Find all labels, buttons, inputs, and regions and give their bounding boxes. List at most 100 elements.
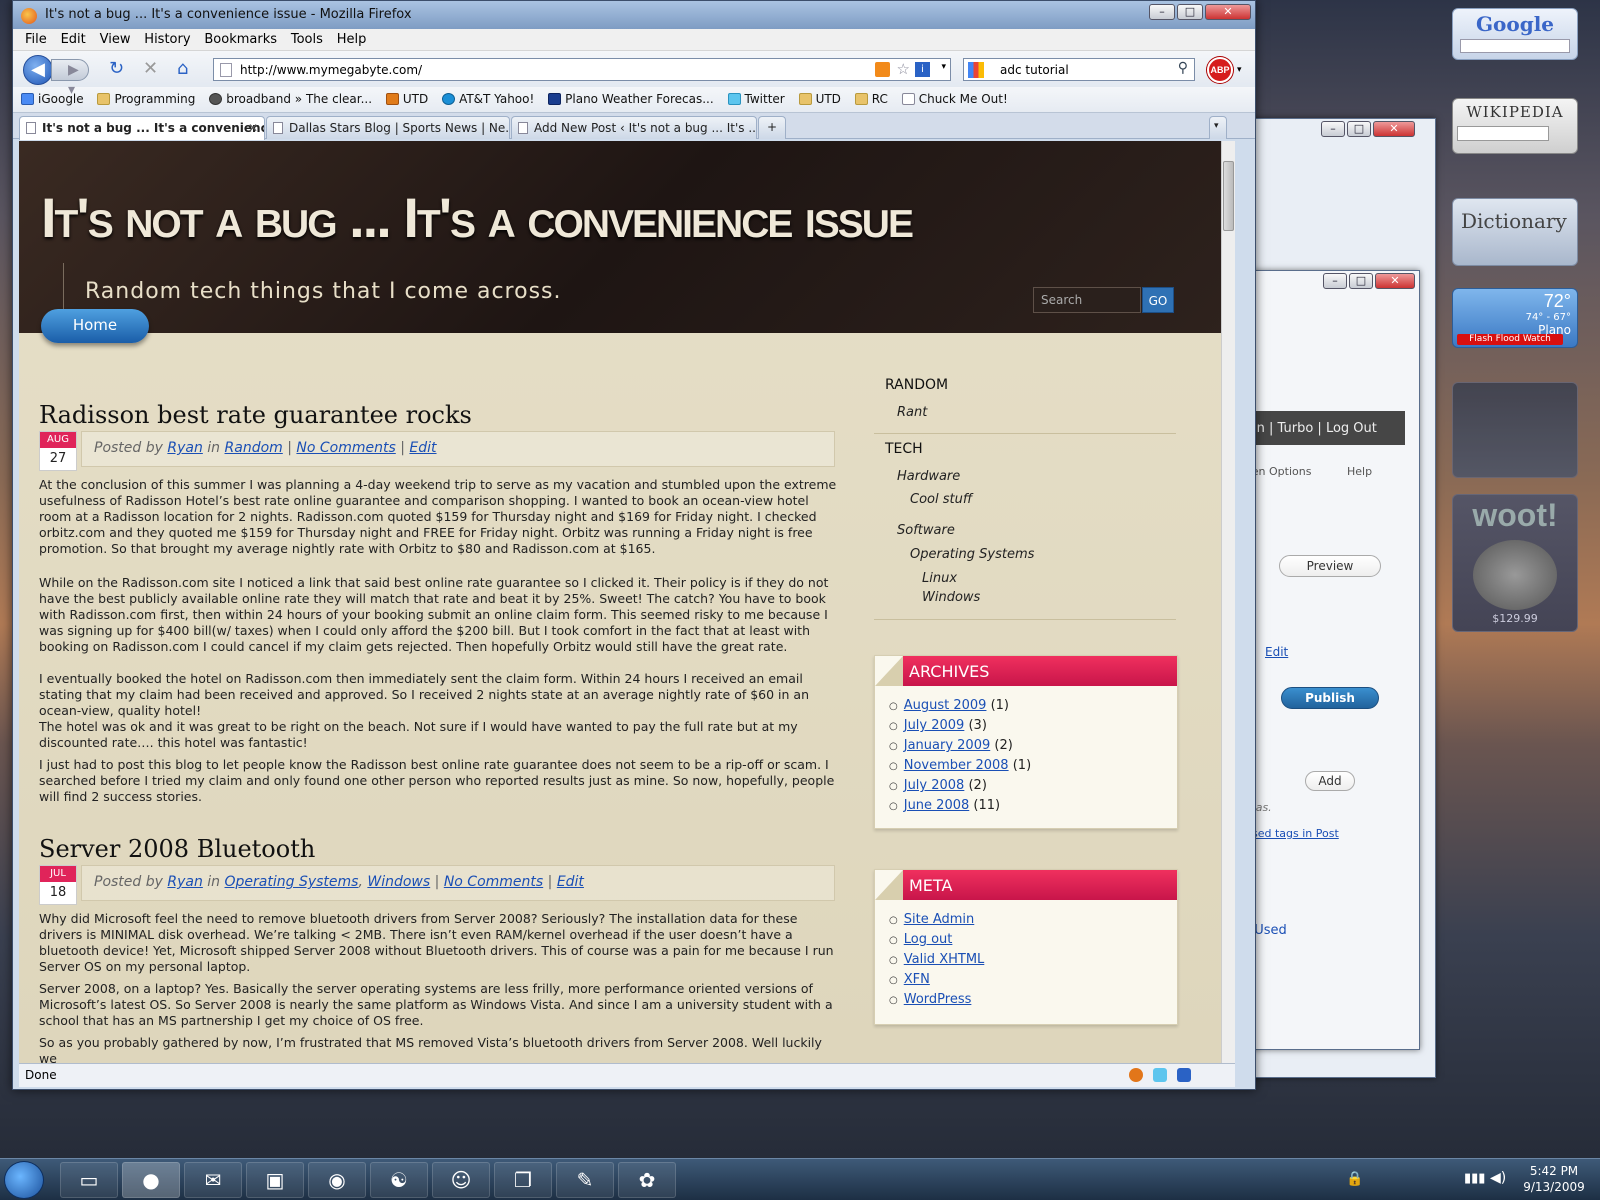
tray-lock-icon[interactable]: 🔒 [1346, 1171, 1363, 1187]
comments-link[interactable]: No Comments [444, 874, 543, 890]
edit-link[interactable]: Edit [1265, 645, 1288, 659]
add-tag-button[interactable]: Add [1305, 771, 1355, 791]
sidebar-category-rant[interactable]: Rant [897, 405, 927, 420]
sidebar-category-random[interactable]: RANDOM [885, 377, 948, 393]
close-button[interactable]: ✕ [1373, 121, 1415, 137]
menu-edit[interactable]: Edit [61, 32, 86, 47]
menu-view[interactable]: View [100, 32, 131, 47]
network-taskbar-button[interactable]: ▣ [246, 1162, 304, 1198]
menu-history[interactable]: History [144, 32, 190, 47]
back-button[interactable]: ◀ [23, 55, 53, 85]
category-link[interactable]: Random [225, 440, 283, 456]
bookmark-folder-utd[interactable]: UTD [798, 92, 841, 106]
archive-link[interactable]: August 2009 [904, 698, 987, 713]
bookmark-folder-programming[interactable]: Programming [97, 92, 195, 106]
archive-link[interactable]: June 2008 [904, 798, 970, 813]
site-search-input[interactable]: Search [1033, 287, 1141, 313]
log-out-link[interactable]: Log out [904, 932, 953, 947]
adblock-icon[interactable]: ABP [1207, 57, 1233, 83]
menu-tools[interactable]: Tools [291, 32, 323, 47]
firefox-status-icon[interactable] [1129, 1068, 1143, 1082]
maximize-button[interactable]: □ [1177, 4, 1203, 20]
close-button[interactable]: ✕ [1205, 4, 1251, 20]
comments-link[interactable]: No Comments [296, 440, 395, 456]
maximize-button[interactable]: □ [1347, 121, 1371, 137]
minimize-button[interactable]: – [1149, 4, 1175, 20]
meta-item[interactable]: WordPress [889, 990, 1177, 1010]
meta-item[interactable]: XFN [889, 970, 1177, 990]
woot-gadget[interactable]: woot! $129.99 [1452, 494, 1578, 632]
wordpress-link[interactable]: WordPress [904, 992, 972, 1007]
weather-alert[interactable]: Flash Flood Watch [1457, 334, 1563, 345]
dictionary-gadget[interactable]: Dictionary [1452, 198, 1578, 266]
background-window-wordpress[interactable]: – □ ✕ yan | Turbo | Log Out een Options … [1240, 270, 1420, 1050]
paint-taskbar-button[interactable]: ✿ [618, 1162, 676, 1198]
bookmark-twitter[interactable]: Twitter [727, 92, 785, 106]
star-icon[interactable]: ☆ [897, 60, 910, 78]
wikipedia-search-input[interactable] [1457, 126, 1549, 141]
firefox-window[interactable]: It's not a bug ... It's a convenience is… [12, 0, 1256, 1090]
new-tab-button[interactable]: + [758, 116, 786, 139]
page-viewport[interactable]: It's not a bug ... It's a convenience is… [19, 141, 1235, 1063]
publish-button[interactable]: Publish [1281, 687, 1379, 709]
abp-dropdown-icon[interactable]: ▾ [1237, 65, 1242, 75]
archive-link[interactable]: January 2009 [904, 738, 991, 753]
taskbar-clock[interactable]: 5:42 PM 9/13/2009 [1514, 1163, 1594, 1195]
close-button[interactable]: ✕ [1375, 273, 1415, 289]
minimize-button[interactable]: – [1321, 121, 1345, 137]
thunderbird-taskbar-button[interactable]: ✉ [184, 1162, 242, 1198]
menu-help[interactable]: Help [337, 32, 367, 47]
reload-icon[interactable]: ↻ [109, 58, 124, 79]
google-gadget[interactable]: Google [1452, 8, 1578, 60]
archive-item[interactable]: June 2008 (11) [889, 796, 1177, 816]
google-search-input[interactable] [1460, 39, 1570, 53]
menu-bookmarks[interactable]: Bookmarks [204, 32, 277, 47]
home-icon[interactable]: ⌂ [177, 58, 188, 79]
category-link[interactable]: Windows [367, 874, 430, 890]
tab-add-new-post[interactable]: Add New Post ‹ It's not a bug ... It's .… [511, 116, 757, 139]
maximize-button[interactable]: □ [1349, 273, 1373, 289]
archive-item[interactable]: August 2009 (1) [889, 696, 1177, 716]
home-nav-button[interactable]: Home [41, 309, 149, 343]
stop-icon[interactable]: ✕ [143, 58, 158, 79]
info-icon[interactable]: i [915, 62, 930, 77]
sidebar-category-linux[interactable]: Linux [922, 571, 957, 586]
site-title[interactable]: It's not a bug ... It's a convenience is… [41, 185, 914, 250]
explorer-taskbar-button[interactable]: ▭ [60, 1162, 118, 1198]
menu-file[interactable]: File [25, 32, 47, 47]
minimize-button[interactable]: – [1323, 273, 1347, 289]
wikipedia-gadget[interactable]: WIKIPEDIA [1452, 98, 1578, 154]
eclipse-taskbar-button[interactable]: ◉ [308, 1162, 366, 1198]
edit-link[interactable]: Edit [557, 874, 584, 890]
weather-gadget[interactable]: 72° 74° - 67° Plano Flash Flood Watch [1452, 288, 1578, 348]
help-tab[interactable]: Help [1347, 465, 1372, 478]
archive-link[interactable]: November 2008 [904, 758, 1009, 773]
xmarks-status-icon[interactable] [1177, 1068, 1191, 1082]
bookmark-att-yahoo[interactable]: AT&T Yahoo! [442, 92, 534, 106]
tab-mymegabyte[interactable]: It's not a bug ... It's a convenienc... ✕ [19, 116, 265, 140]
tab-list-button[interactable]: ▾ [1209, 116, 1227, 139]
scrollbar-thumb[interactable] [1223, 161, 1234, 231]
archive-item[interactable]: July 2009 (3) [889, 716, 1177, 736]
bookmark-broadband[interactable]: broadband » The clear... [209, 92, 372, 106]
author-link[interactable]: Ryan [167, 440, 202, 456]
archive-item[interactable]: July 2008 (2) [889, 776, 1177, 796]
post-title[interactable]: Server 2008 Bluetooth [39, 835, 315, 863]
vertical-scrollbar[interactable] [1221, 141, 1235, 1063]
archive-link[interactable]: July 2009 [904, 718, 965, 733]
windows-taskbar-button[interactable]: ❐ [494, 1162, 552, 1198]
admin-links[interactable]: yan | Turbo | Log Out [1241, 421, 1377, 436]
meta-item[interactable]: Valid XHTML [889, 950, 1177, 970]
sidebar-category-tech[interactable]: TECH [885, 441, 923, 457]
forward-button[interactable]: ▶ ▾ [51, 59, 89, 98]
meta-item[interactable]: Site Admin [889, 910, 1177, 930]
firefox-taskbar-button[interactable]: ● [122, 1162, 180, 1198]
sidebar-category-windows[interactable]: Windows [922, 590, 980, 605]
sidebar-category-cool-stuff[interactable]: Cool stuff [910, 492, 972, 507]
sidebar-category-software[interactable]: Software [897, 523, 955, 538]
tray-volume-icon[interactable]: ◀) [1490, 1170, 1506, 1186]
edit-link[interactable]: Edit [409, 440, 436, 456]
site-search-go-button[interactable]: GO [1142, 287, 1174, 313]
url-dropdown-icon[interactable]: ▾ [941, 62, 946, 72]
title-bar[interactable]: It's not a bug ... It's a convenience is… [13, 1, 1255, 29]
